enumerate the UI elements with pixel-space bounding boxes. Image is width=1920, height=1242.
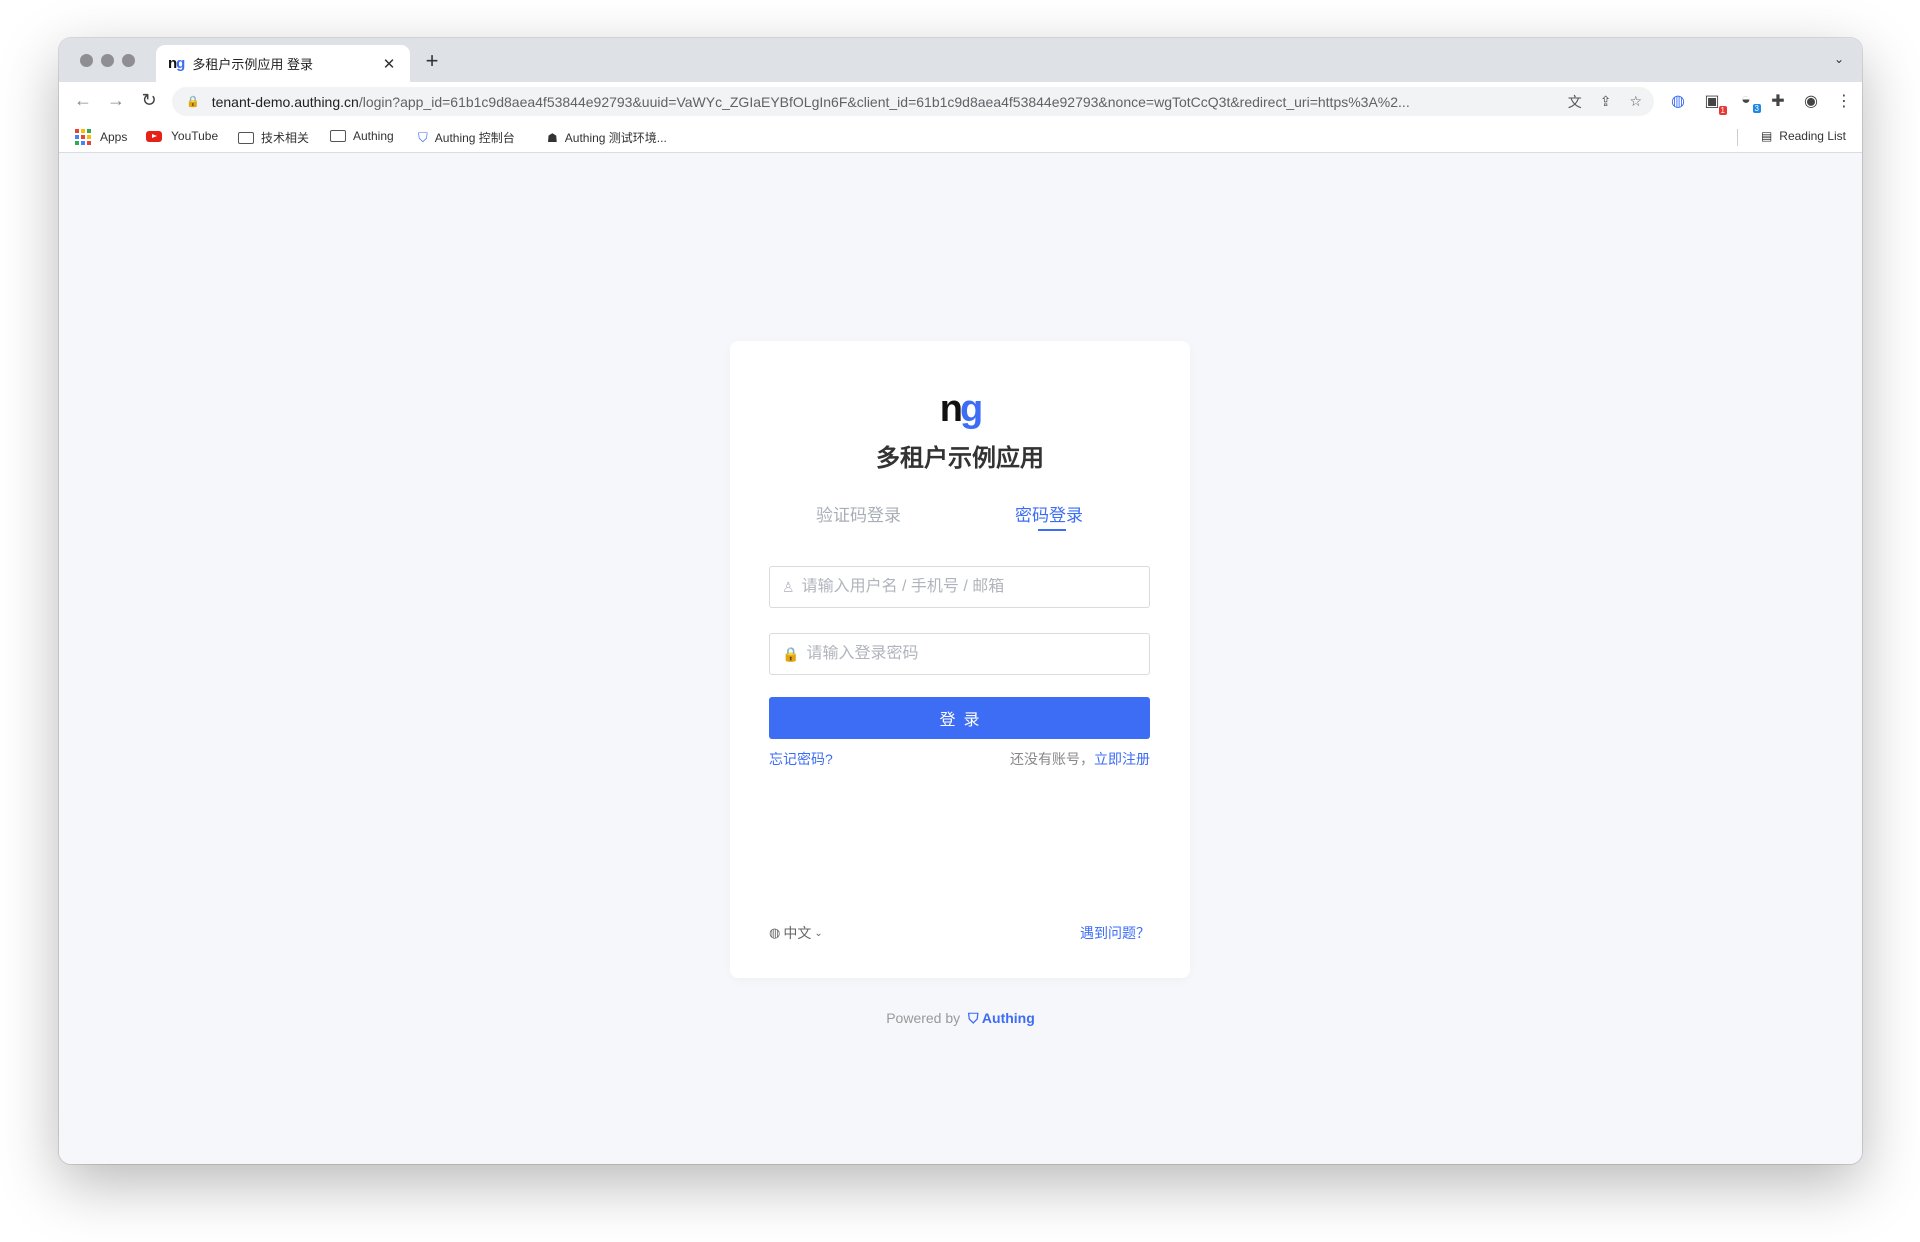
bookmark-authing-console[interactable]: ⛉ Authing 控制台: [418, 129, 515, 146]
new-tab-button[interactable]: +: [419, 48, 445, 74]
minimize-window-button[interactable]: [101, 54, 114, 67]
window-controls: [80, 54, 135, 67]
close-window-button[interactable]: [80, 54, 93, 67]
extension-globe-icon[interactable]: ◍: [1667, 91, 1689, 111]
chevron-down-icon: ⌄: [814, 927, 823, 939]
authing-brand-link[interactable]: ⛉ Authing: [968, 1010, 1035, 1026]
bookmark-folder-authing[interactable]: Authing: [330, 129, 394, 143]
lock-icon: 🔒: [782, 645, 800, 662]
forward-arrow-icon[interactable]: →: [104, 90, 128, 111]
shield-icon: ⛉: [968, 1010, 979, 1026]
language-label: 中文: [783, 925, 812, 941]
extensions-puzzle-icon[interactable]: ✚: [1767, 91, 1789, 111]
bookmark-star-icon[interactable]: ☆: [1629, 93, 1642, 110]
bookmark-youtube[interactable]: YouTube: [146, 129, 218, 143]
register-link[interactable]: 立即注册: [1094, 751, 1150, 767]
bookmark-apps[interactable]: Apps: [75, 129, 127, 145]
bookmarks-bar: Apps YouTube 技术相关 Authing ⛉ Authing 控制台 …: [59, 121, 1862, 153]
back-arrow-icon[interactable]: ←: [71, 90, 95, 111]
tab-verification-code-login[interactable]: 验证码登录: [816, 501, 901, 526]
url-text[interactable]: tenant-demo.authing.cn/login?app_id=61b1…: [212, 94, 1550, 110]
zoom-window-button[interactable]: [122, 54, 135, 67]
profile-avatar[interactable]: ◉: [1800, 91, 1822, 111]
folder-icon: [238, 131, 254, 144]
bookmark-authing-test[interactable]: ☗ Authing 测试环境...: [547, 129, 667, 146]
extension-chat-icon[interactable]: ◒ 3: [1735, 91, 1761, 113]
powered-by: Powered by ⛉ Authing: [59, 1010, 1862, 1027]
browser-toolbar: ← → ↻ 🔒 tenant-demo.authing.cn/login?app…: [59, 82, 1862, 121]
no-account-text: 还没有账号，: [1010, 751, 1094, 767]
powered-by-text: Powered by: [886, 1010, 961, 1026]
address-bar[interactable]: 🔒 tenant-demo.authing.cn/login?app_id=61…: [172, 87, 1654, 116]
browser-menu-icon[interactable]: ⋮: [1833, 91, 1855, 111]
apps-grid-icon: [75, 129, 91, 145]
youtube-icon: [146, 130, 162, 142]
bookmarks-divider: [1737, 129, 1738, 146]
tab-strip: ng 多租户示例应用 登录 ✕ + ⌄: [59, 38, 1862, 82]
login-button[interactable]: 登录: [769, 697, 1150, 739]
tab-favicon-icon: ng: [168, 55, 185, 72]
tab-close-icon[interactable]: ✕: [380, 55, 398, 73]
page-content: ng 多租户示例应用 验证码登录 密码登录 ♙ 🔒 登录 忘记密码? 还没有账号…: [59, 154, 1862, 1164]
password-input[interactable]: [806, 645, 1137, 663]
globe-icon: ◍: [769, 925, 781, 940]
tab-search-chevron-icon[interactable]: ⌄: [1834, 52, 1844, 66]
password-field[interactable]: 🔒: [769, 633, 1150, 675]
tab-title: 多租户示例应用 登录: [192, 57, 313, 72]
username-field[interactable]: ♙: [769, 566, 1150, 608]
language-selector[interactable]: ◍ 中文 ⌄: [769, 923, 823, 943]
forgot-password-link[interactable]: 忘记密码?: [769, 749, 833, 769]
share-icon[interactable]: ⇪: [1600, 93, 1612, 110]
reload-icon[interactable]: ↻: [137, 90, 161, 111]
browser-window: ng 多租户示例应用 登录 ✕ + ⌄ ← → ↻ 🔒 tenant-demo.…: [59, 38, 1862, 1164]
browser-tab-active[interactable]: ng 多租户示例应用 登录 ✕: [156, 45, 410, 82]
active-tab-indicator: [1038, 529, 1066, 531]
app-name: 多租户示例应用: [876, 445, 1044, 472]
tab-password-login[interactable]: 密码登录: [1015, 501, 1083, 526]
user-icon: ♙: [782, 578, 795, 595]
shield-icon: ⛉: [418, 129, 428, 145]
username-input[interactable]: [801, 578, 1137, 596]
app-logo: ng: [939, 388, 983, 430]
lock-icon[interactable]: 🔒: [186, 95, 200, 108]
help-link[interactable]: 遇到问题？: [1080, 923, 1150, 943]
translate-icon[interactable]: 文: [1568, 92, 1582, 112]
bookmark-folder-tech[interactable]: 技术相关: [238, 129, 309, 146]
reading-list-icon: ▤: [1760, 129, 1773, 143]
login-card: ng 多租户示例应用 验证码登录 密码登录 ♙ 🔒 登录 忘记密码? 还没有账号…: [730, 341, 1190, 978]
folder-icon: [330, 130, 346, 142]
register-prompt: 还没有账号，立即注册: [1010, 749, 1150, 769]
robot-icon: ☗: [547, 130, 558, 145]
extension-screen-icon[interactable]: ▣ 1: [1701, 91, 1727, 115]
reading-list-button[interactable]: ▤ Reading List: [1761, 129, 1846, 143]
